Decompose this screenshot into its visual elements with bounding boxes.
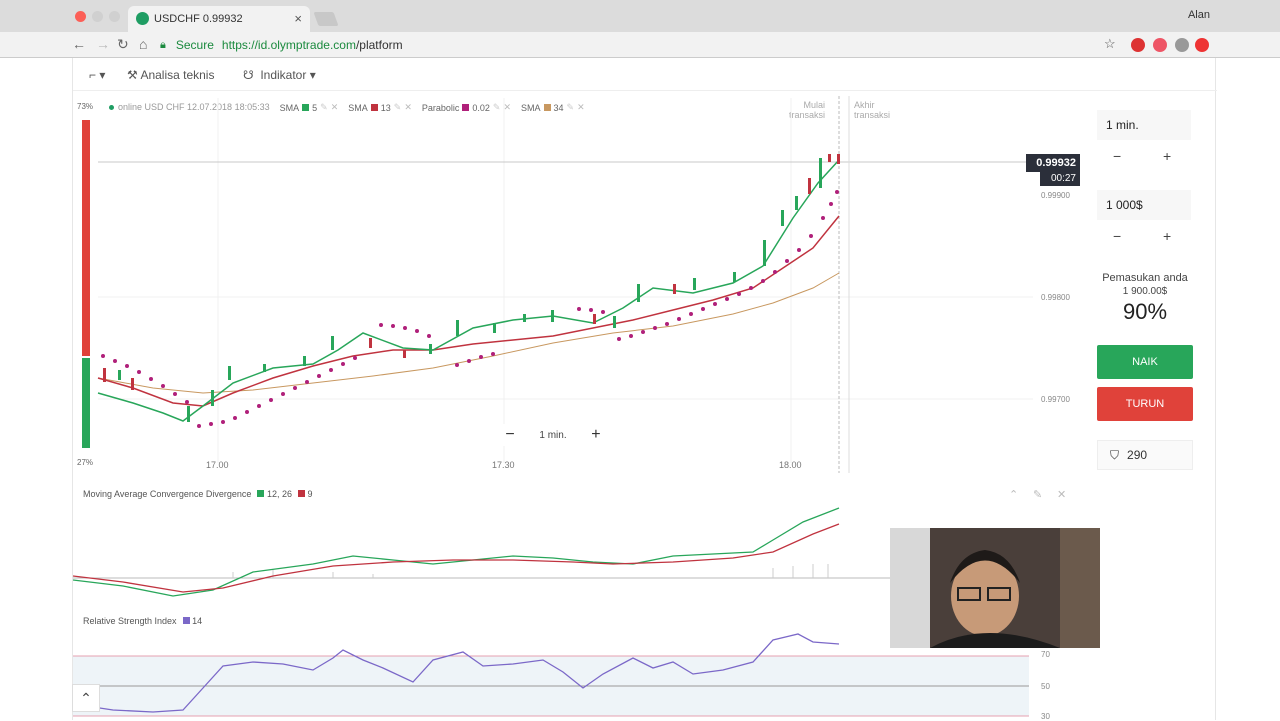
technical-analysis-label: Analisa teknis — [140, 68, 215, 82]
macd-header: Moving Average Convergence Divergence 12… — [83, 489, 313, 499]
edit-panel-icon[interactable]: ✎ — [1033, 488, 1042, 501]
current-price-tag: 0.99932 00:27 — [1026, 154, 1080, 188]
rsi-period-value: 14 — [192, 616, 203, 626]
chart-toolbar: ⌐ ▾ ⚒ Analisa teknis ☋ Indikator ▾ — [73, 58, 1217, 91]
sentiment-down-pct: 27% — [77, 458, 94, 467]
x-tick: 17.30 — [492, 460, 515, 470]
extension-icon[interactable] — [1131, 38, 1145, 52]
current-price: 0.99932 — [1026, 154, 1080, 172]
payout-amount: 1 900.00$ — [1122, 286, 1168, 297]
price-chart[interactable] — [73, 88, 1093, 478]
payout-info: Pemasukan anda 1 900.00$ — [1097, 271, 1193, 299]
rsi-chart — [73, 633, 1029, 717]
tab-title: USDCHF 0.99932 — [154, 13, 243, 25]
color-swatch — [297, 490, 305, 497]
favicon-icon — [136, 12, 149, 25]
lock-icon: 🔒︎ — [160, 38, 166, 51]
duration-plus-button[interactable]: + — [1163, 148, 1171, 164]
macd-histogram — [232, 564, 829, 578]
amount-minus-button[interactable]: − — [1113, 228, 1121, 244]
browser-tab[interactable]: USDCHF 0.99932 × — [128, 6, 310, 32]
chart-type-dropdown[interactable]: ⌐ ▾ — [89, 68, 105, 82]
chart-grid — [98, 98, 1033, 463]
profile-name[interactable]: Alan — [1188, 9, 1210, 21]
rsi-period[interactable]: 14 — [182, 616, 203, 626]
sentiment-up-pct: 73% — [77, 102, 94, 111]
risk-free-box[interactable]: ⛉ 290 — [1097, 440, 1193, 470]
close-panel-icon[interactable]: ✕ — [1057, 488, 1066, 501]
color-swatch — [182, 617, 190, 624]
down-button[interactable]: TURUN — [1097, 387, 1193, 421]
zoom-label: 1 min. — [539, 429, 567, 441]
shield-icon: ⛉ — [1110, 447, 1120, 462]
shield-extension-icon[interactable] — [1153, 38, 1167, 52]
technical-analysis-button[interactable]: ⚒ Analisa teknis — [127, 68, 214, 82]
indicator-label: Indikator — [260, 68, 307, 82]
x-tick: 17.00 — [206, 460, 229, 470]
back-icon[interactable]: ← — [72, 36, 86, 52]
macd-params-value: 12, 26 — [266, 489, 292, 499]
settings-extension-icon[interactable] — [1175, 38, 1189, 52]
webcam-person-image — [890, 528, 1100, 648]
macd-chart — [73, 507, 893, 597]
address-bar: ← → ↻ ⌂ 🔒︎ Secure https://id.olymptrade.… — [0, 32, 1280, 58]
sma-34-line — [97, 272, 840, 394]
macd-signal-value: 9 — [307, 489, 313, 499]
rsi-level: 70 — [1041, 650, 1050, 659]
macd-line — [73, 507, 840, 597]
chart-zoom-control: − 1 min. + — [493, 424, 613, 446]
url-host: https://id.olymptrade.com — [221, 38, 356, 52]
duration-field[interactable]: 1 min. — [1097, 110, 1191, 140]
shield-value: 290 — [1127, 448, 1148, 462]
y-tick: 0.99900 — [1041, 191, 1070, 200]
indicator-dropdown[interactable]: ☋ Indikator ▾ — [243, 68, 316, 82]
up-button[interactable]: NAIK — [1097, 345, 1193, 379]
close-tab-icon[interactable]: × — [294, 11, 302, 26]
bookmark-star-icon[interactable]: ☆ — [1104, 36, 1116, 52]
sma-5-line — [97, 159, 840, 422]
sma-13-line — [97, 215, 840, 407]
candlesticks — [103, 154, 840, 422]
x-tick: 18.00 — [779, 460, 802, 470]
record-extension-icon[interactable] — [1195, 38, 1209, 52]
rsi-header: Relative Strength Index 14 — [83, 616, 202, 626]
new-tab-button[interactable] — [313, 12, 339, 26]
macd-signal-line — [73, 523, 840, 593]
url-field[interactable]: 🔒︎ Secure https://id.olymptrade.com/plat… — [160, 35, 1120, 55]
amount-field[interactable]: 1 000$ — [1097, 190, 1191, 220]
duration-minus-button[interactable]: − — [1113, 148, 1121, 164]
y-tick: 0.99700 — [1041, 395, 1070, 404]
payout-percent: 90% — [1122, 299, 1168, 324]
macd-title: Moving Average Convergence Divergence — [83, 489, 252, 499]
minimize-window-button[interactable] — [92, 11, 103, 22]
macd-params[interactable]: 12, 26 — [257, 489, 292, 499]
forward-icon[interactable]: → — [96, 36, 110, 52]
collapse-panel-icon[interactable]: ⌃ — [1009, 488, 1018, 501]
color-swatch — [257, 490, 265, 497]
secure-label: Secure — [175, 38, 214, 52]
zoom-in-button[interactable]: + — [591, 426, 600, 444]
zoom-out-button[interactable]: − — [505, 426, 514, 444]
home-icon[interactable]: ⌂ — [139, 36, 147, 52]
webcam-overlay — [890, 528, 1100, 648]
scroll-up-button[interactable]: ⌃ — [72, 684, 100, 712]
close-window-button[interactable] — [75, 11, 86, 22]
amount-plus-button[interactable]: + — [1163, 228, 1171, 244]
url-path: /platform — [355, 38, 403, 52]
sentiment-down-bar — [82, 358, 90, 448]
sentiment-up-bar — [82, 120, 90, 356]
rsi-title: Relative Strength Index — [83, 616, 177, 626]
url-text: https://id.olymptrade.com/platform — [222, 38, 403, 52]
macd-signal[interactable]: 9 — [297, 489, 313, 499]
payout-label: Pemasukan anda — [1102, 272, 1188, 284]
countdown-timer: 00:27 — [1040, 172, 1080, 186]
reload-icon[interactable]: ↻ — [117, 36, 129, 53]
maximize-window-button[interactable] — [109, 11, 120, 22]
y-tick: 0.99800 — [1041, 293, 1070, 302]
browser-titlebar: USDCHF 0.99932 × Alan — [0, 0, 1280, 32]
rsi-level: 50 — [1041, 682, 1050, 691]
